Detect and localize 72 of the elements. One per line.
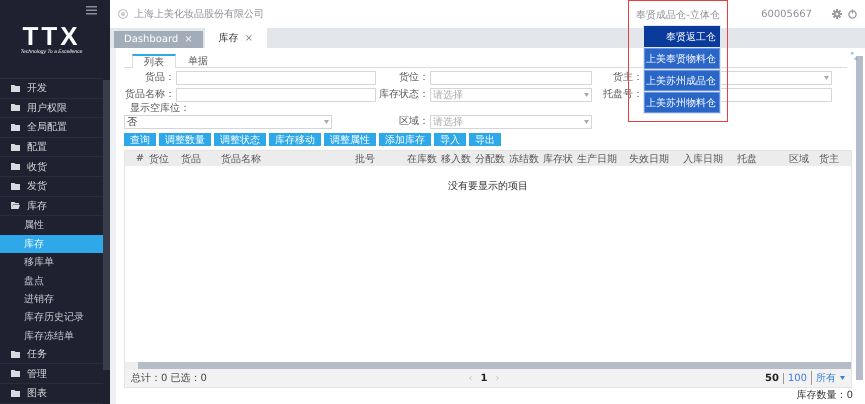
folder-icon xyxy=(11,124,20,131)
input-field[interactable] xyxy=(176,88,376,102)
close-tab-button[interactable]: × xyxy=(244,32,254,44)
column-header[interactable]: 冻结数 xyxy=(507,152,541,166)
caret-icon xyxy=(584,93,589,97)
column-header[interactable]: 批号 xyxy=(355,152,405,166)
scrollbar[interactable] xyxy=(103,80,110,370)
total-count: 总计：0 已选：0 xyxy=(131,372,207,385)
folder-icon xyxy=(11,144,20,151)
folder-icon xyxy=(11,163,20,170)
company-name: 上海上美化妆品股份有限公司 xyxy=(134,8,264,21)
field-label: 货品名称： xyxy=(124,89,176,101)
empty-message: 没有要显示的项目 xyxy=(448,180,528,191)
power-icon xyxy=(848,9,857,19)
open-folder-icon xyxy=(11,202,20,210)
sidebar-item[interactable]: 图表 xyxy=(0,384,103,404)
view-tab[interactable]: 列表 xyxy=(132,54,176,68)
warehouse-option[interactable]: 上美苏州物料仓 xyxy=(644,92,720,113)
column-header[interactable]: 生产日期 xyxy=(575,152,627,166)
sidebar-subitem[interactable]: 盘点 xyxy=(0,271,103,290)
stock-quantity-summary: 库存数量：0 xyxy=(796,390,853,401)
caret-icon xyxy=(840,376,845,380)
warehouse-option[interactable]: 上美苏州成品仓 xyxy=(644,70,720,91)
field-label: 库存状态： xyxy=(378,89,430,101)
field-label: 货品： xyxy=(144,72,176,84)
folder-icon xyxy=(11,350,20,358)
folder-icon xyxy=(11,182,20,190)
sidebar-subitem[interactable]: 库存冻结单 xyxy=(0,326,103,345)
folder-icon xyxy=(11,390,20,397)
sidebar-subitem[interactable]: 进销存 xyxy=(0,290,103,308)
column-header[interactable]: 分配数 xyxy=(473,152,507,166)
column-header[interactable]: 移入数 xyxy=(439,152,473,166)
logo-text: TTX xyxy=(22,23,81,49)
column-header[interactable]: 失效日期 xyxy=(627,152,681,166)
column-header[interactable]: 在库数 xyxy=(405,152,439,166)
field-label: 货位： xyxy=(398,72,430,84)
scrollbar[interactable] xyxy=(856,56,863,380)
input-field[interactable] xyxy=(176,71,376,85)
column-header[interactable]: 货主 xyxy=(817,152,845,166)
field-label: 显示空库位： xyxy=(129,103,191,115)
warehouse-option[interactable]: 奉贤返工仓 xyxy=(644,26,720,47)
field-label: 区域： xyxy=(398,116,430,128)
caret-icon xyxy=(824,76,829,80)
column-header[interactable]: 托盘 xyxy=(735,152,787,166)
warehouse-selector[interactable]: 奉贤成品仓-立体仓 xyxy=(629,8,727,22)
folder-icon xyxy=(11,84,20,92)
page-number[interactable]: 1 xyxy=(480,372,488,384)
column-header[interactable]: 库存状 xyxy=(541,152,575,166)
column-header[interactable]: 货品名称 xyxy=(219,152,355,166)
sidebar-subitem[interactable]: 移库单 xyxy=(0,252,103,272)
column-header[interactable]: 入库日期 xyxy=(681,152,735,166)
menu-icon xyxy=(86,6,97,15)
caret-icon xyxy=(324,120,329,124)
sidebar-subitem[interactable]: 库存历史记录 xyxy=(0,308,103,326)
input-field[interactable] xyxy=(430,71,592,85)
folder-icon xyxy=(11,104,20,112)
warehouse-option[interactable]: 上美奉贤物料仓 xyxy=(644,48,720,69)
page-size-option[interactable]: 50 xyxy=(760,372,779,384)
sidebar-item[interactable]: 管理 xyxy=(0,364,103,384)
column-header[interactable]: 货品 xyxy=(179,152,219,166)
sidebar-subitem[interactable]: 属性 xyxy=(0,216,103,235)
folder-icon xyxy=(11,370,20,378)
settings-icon xyxy=(832,9,842,19)
column-header[interactable]: 区域 xyxy=(787,152,817,166)
tab[interactable]: 库存 × xyxy=(204,28,268,48)
column-header[interactable]: 货位 xyxy=(147,152,179,166)
caret-icon xyxy=(584,120,589,124)
select-field[interactable]: 否 xyxy=(124,115,332,129)
page-size-option[interactable]: 100 xyxy=(782,372,807,384)
column-header[interactable]: # xyxy=(125,153,147,164)
page-size-option[interactable]: 所有 xyxy=(811,371,836,385)
scrollbar[interactable] xyxy=(125,362,851,369)
